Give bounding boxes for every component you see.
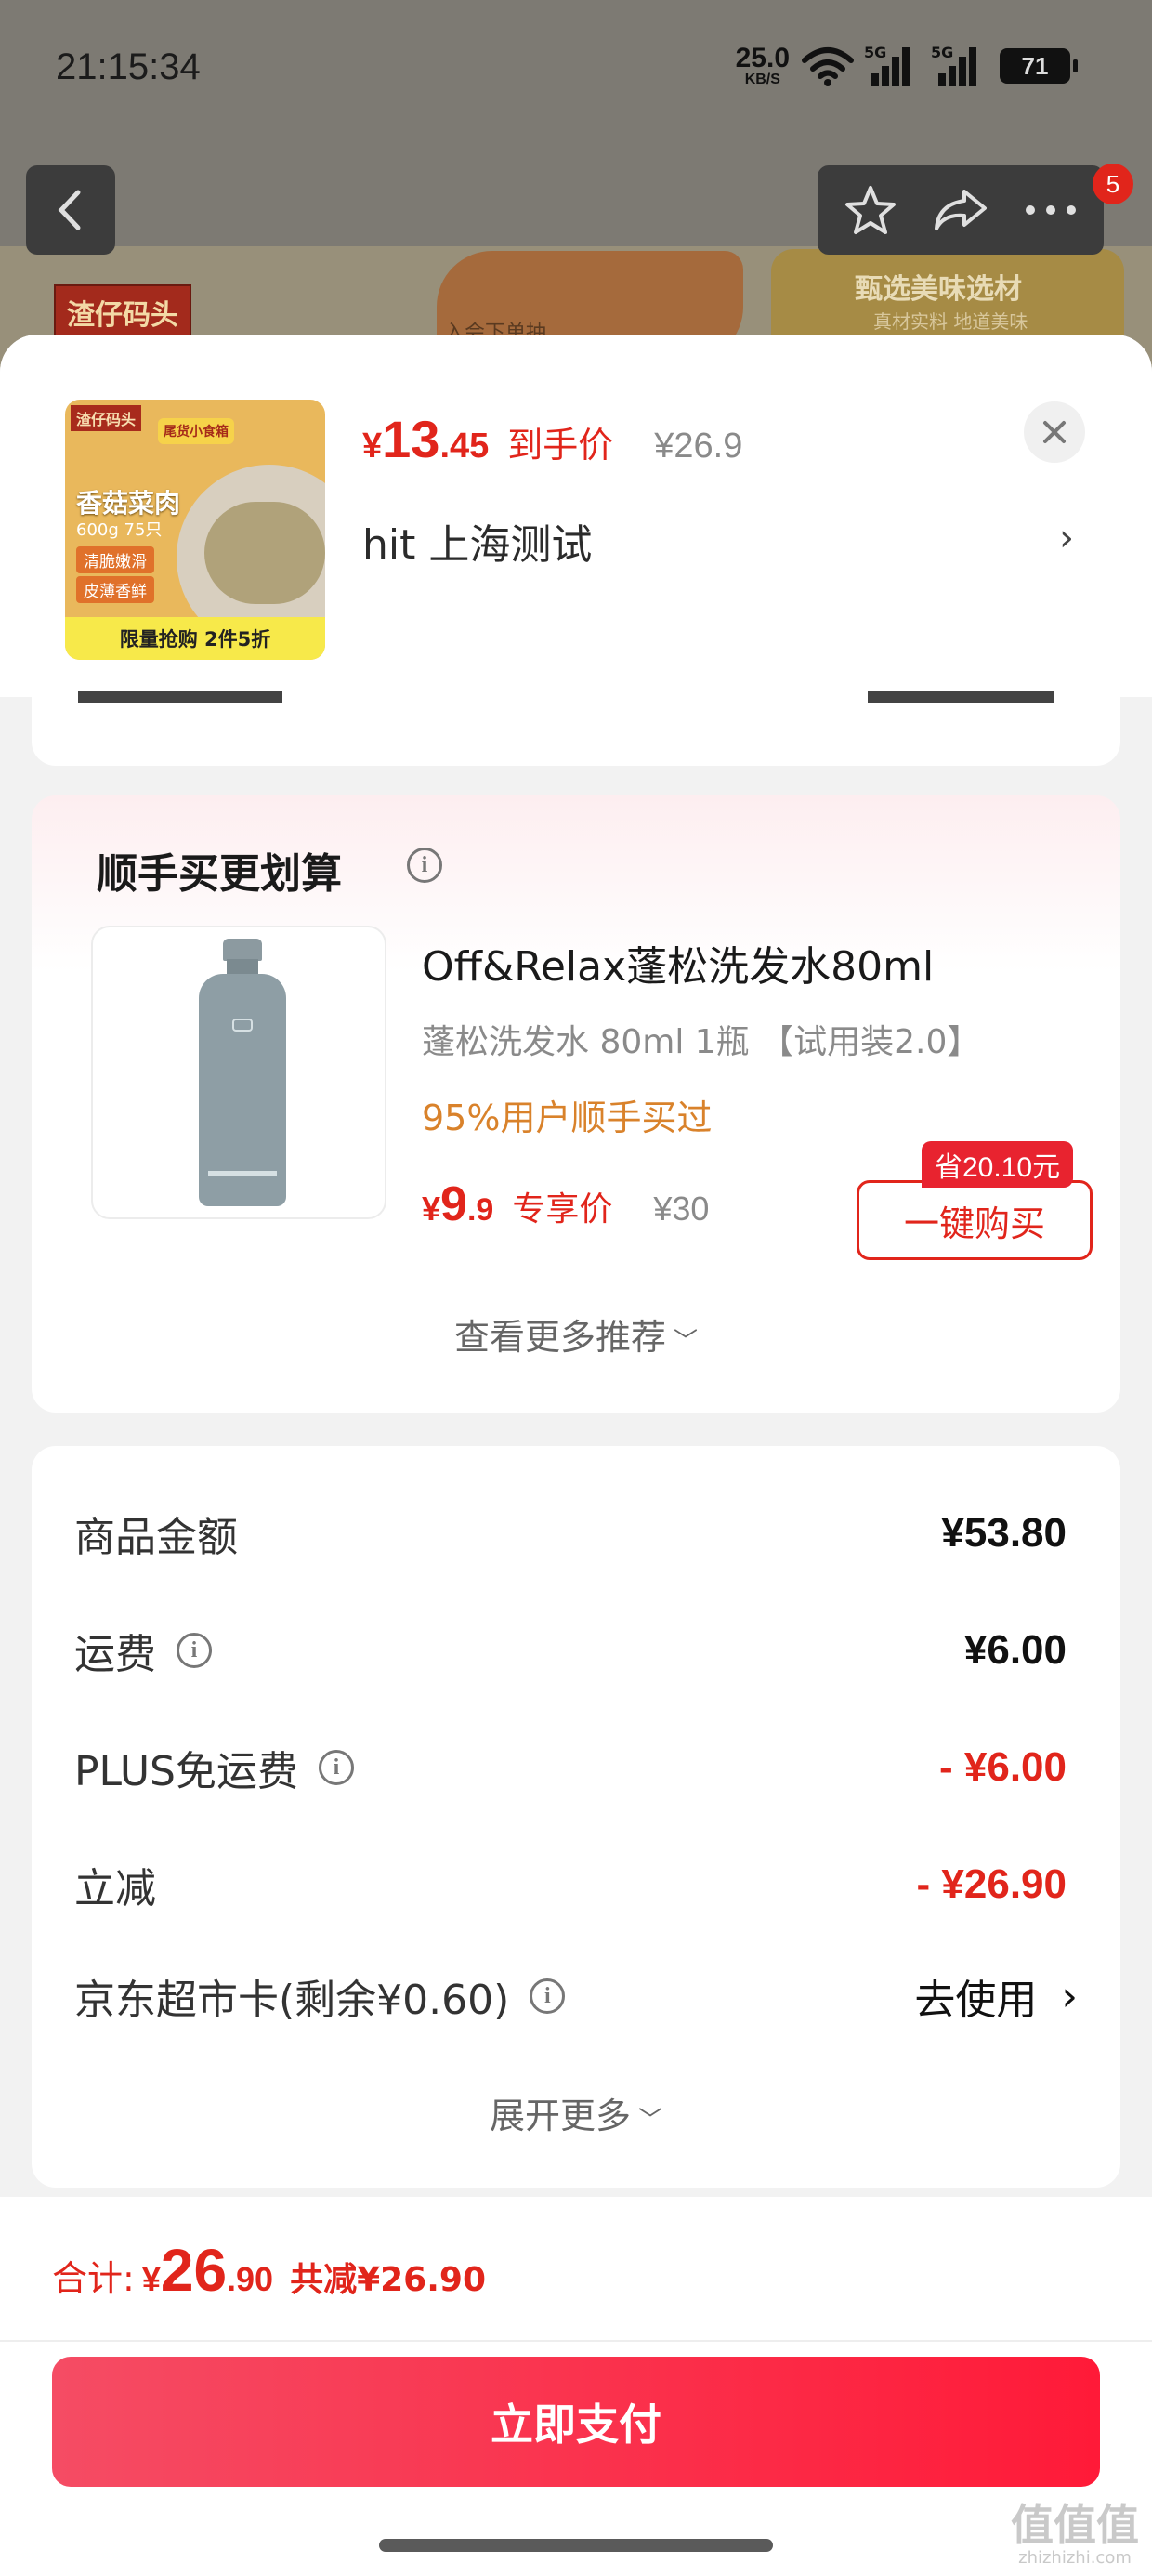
summary-label: 运费 <box>74 1631 156 1678</box>
price-decimal: .45 <box>439 427 490 466</box>
watermark-text: 值值值 <box>1011 2500 1139 2550</box>
total-integer: 26 <box>160 2237 228 2304</box>
purchase-stat: 95%用户顺手买过 <box>422 1097 713 1138</box>
summary-value: ¥6.00 <box>963 1627 1067 1673</box>
price-currency: ¥ <box>422 1189 441 1228</box>
banner-promo-subtitle: 真材实料 地道美味 <box>873 310 1028 333</box>
recommendation-card: 顺手买更划算 i Off&Relax蓬松洗发水80ml 蓬松洗发水 80ml 1… <box>32 795 1120 1413</box>
top-toolbar <box>818 165 1104 255</box>
message-count-badge: 5 <box>1093 164 1133 204</box>
summary-label: 立减 <box>74 1865 156 1912</box>
pay-now-button[interactable]: 立即支付 <box>52 2357 1100 2487</box>
chevron-right-icon: › <box>1061 1972 1078 2020</box>
order-summary-card: 商品金额 ¥53.80 运费 i ¥6.00 PLUS免运费 i - ¥6.00 立… <box>32 1446 1120 2188</box>
cut-off-text <box>78 691 282 703</box>
summary-value: - ¥26.90 <box>916 1861 1067 1907</box>
recommended-product-image[interactable] <box>91 926 386 1219</box>
info-icon[interactable]: i <box>177 1633 212 1668</box>
recommended-product-price: ¥ 9 .9 专享价 ¥30 <box>422 1176 709 1232</box>
summary-row-goods-amount: 商品金额 ¥53.80 <box>74 1504 1078 1563</box>
battery-icon: 71 <box>1000 48 1078 84</box>
summary-label: 商品金额 <box>74 1514 238 1561</box>
recommended-product-name[interactable]: Off&Relax蓬松洗发水80ml <box>422 933 934 992</box>
summary-label: PLUS免运费 <box>74 1748 298 1795</box>
total-discount: 共减¥26.90 <box>290 2261 486 2299</box>
status-time: 21:15:34 <box>56 46 201 87</box>
shampoo-bottle-graphic <box>199 939 286 1208</box>
star-icon[interactable] <box>843 182 898 238</box>
chevron-down-icon: ﹀ <box>674 1328 699 1356</box>
original-price: ¥30 <box>653 1189 710 1228</box>
thumb-promo: 尾货小食箱 <box>158 418 234 444</box>
dumpling-graphic <box>204 502 325 604</box>
wifi-icon <box>802 47 854 86</box>
more-recommendations-link[interactable]: 查看更多推荐 ﹀ <box>32 1308 1120 1360</box>
final-price: ¥ 13 .45 到手价 ¥26.9 <box>362 409 742 469</box>
expand-more-label: 展开更多 <box>489 2096 631 2136</box>
use-card-link[interactable]: 去使用 › <box>914 1966 1078 2026</box>
price-currency: ¥ <box>362 427 383 466</box>
watermark: 值值值 zhizhizhi.com <box>1011 2504 1139 2567</box>
close-button[interactable] <box>1024 401 1085 463</box>
thumb-title: 香菇菜肉 <box>76 488 181 519</box>
total-label: 合计: <box>52 2258 135 2299</box>
share-icon[interactable] <box>931 184 990 236</box>
back-button[interactable] <box>26 165 115 255</box>
chevron-left-icon <box>58 190 81 230</box>
order-total: 合计: ¥ 26 .90 共减¥26.90 <box>52 2236 486 2305</box>
chevron-right-icon[interactable]: › <box>1059 517 1074 559</box>
signal-5g-icon: 5G <box>864 44 922 86</box>
thumb-brand: 渣仔码头 <box>71 405 142 431</box>
summary-value: - ¥6.00 <box>939 1744 1067 1790</box>
watermark-site: zhizhizhi.com <box>1018 2548 1132 2568</box>
product-header: 渣仔码头 尾货小食箱 香菇菜肉 600g 75只 清脆嫩滑 皮薄香鲜 限量抢购 … <box>0 335 1152 697</box>
more-icon[interactable] <box>1023 201 1079 219</box>
delivery-address[interactable]: hit 上海测试 <box>362 511 592 571</box>
expand-more-link[interactable]: 展开更多 ﹀ <box>32 2087 1120 2138</box>
use-card-label: 去使用 <box>914 1977 1038 2024</box>
summary-row-plus-free-shipping: PLUS免运费 i - ¥6.00 <box>74 1738 1078 1797</box>
info-icon[interactable]: i <box>530 1978 566 2014</box>
recommendation-title: 顺手买更划算 <box>97 850 342 898</box>
info-icon[interactable]: i <box>319 1750 354 1785</box>
thumb-spec: 600g 75只 <box>76 520 163 540</box>
savings-badge: 省20.10元 <box>922 1141 1074 1188</box>
recommended-product-spec: 蓬松洗发水 80ml 1瓶 【试用装2.0】 <box>422 1023 981 1061</box>
chevron-down-icon: ﹀ <box>638 2107 663 2135</box>
banner-promo-title: 甄选美味选材 <box>855 273 1022 306</box>
original-price: ¥26.9 <box>654 427 743 466</box>
checkout-footer: 合计: ¥ 26 .90 共减¥26.90 立即支付 值值值 zhizhizhi… <box>0 2197 1152 2576</box>
more-recommendations-label: 查看更多推荐 <box>453 1317 666 1358</box>
total-decimal: .90 <box>227 2260 274 2298</box>
price-decimal: .9 <box>466 1192 494 1228</box>
close-icon <box>1043 421 1066 443</box>
summary-value: ¥53.80 <box>941 1510 1067 1556</box>
status-icons: 25.0 KB/S 5G 5G 71 <box>735 43 1078 87</box>
price-integer: 9 <box>440 1177 467 1231</box>
cut-off-text <box>868 691 1054 703</box>
summary-row-instant-discount: 立减 - ¥26.90 <box>74 1855 1078 1914</box>
summary-row-supermarket-card[interactable]: 京东超市卡(剩余¥0.60) i 去使用 › <box>74 1966 1078 2026</box>
total-currency: ¥ <box>141 2260 161 2298</box>
price-label: 专享价 <box>512 1189 613 1228</box>
price-integer: 13 <box>382 410 440 468</box>
network-speed: 25.0 KB/S <box>735 43 790 87</box>
cut-off-card <box>32 691 1120 766</box>
info-icon[interactable]: i <box>407 848 442 883</box>
thumb-tag: 清脆嫩滑 <box>76 546 154 573</box>
one-click-buy-button[interactable]: 一键购买 <box>857 1180 1093 1260</box>
product-thumbnail[interactable]: 渣仔码头 尾货小食箱 香菇菜肉 600g 75只 清脆嫩滑 皮薄香鲜 限量抢购 … <box>65 400 325 660</box>
brand-logo: 渣仔码头 <box>54 284 191 340</box>
thumb-tag: 皮薄香鲜 <box>76 576 154 603</box>
summary-label: 京东超市卡(剩余¥0.60) <box>74 1977 510 2024</box>
summary-row-shipping: 运费 i ¥6.00 <box>74 1621 1078 1680</box>
price-label: 到手价 <box>507 427 614 466</box>
home-indicator[interactable] <box>379 2539 773 2552</box>
thumb-promo-strip: 限量抢购 2件5折 <box>65 617 325 660</box>
signal-5g-icon: 5G <box>931 44 988 86</box>
divider <box>0 2340 1152 2342</box>
